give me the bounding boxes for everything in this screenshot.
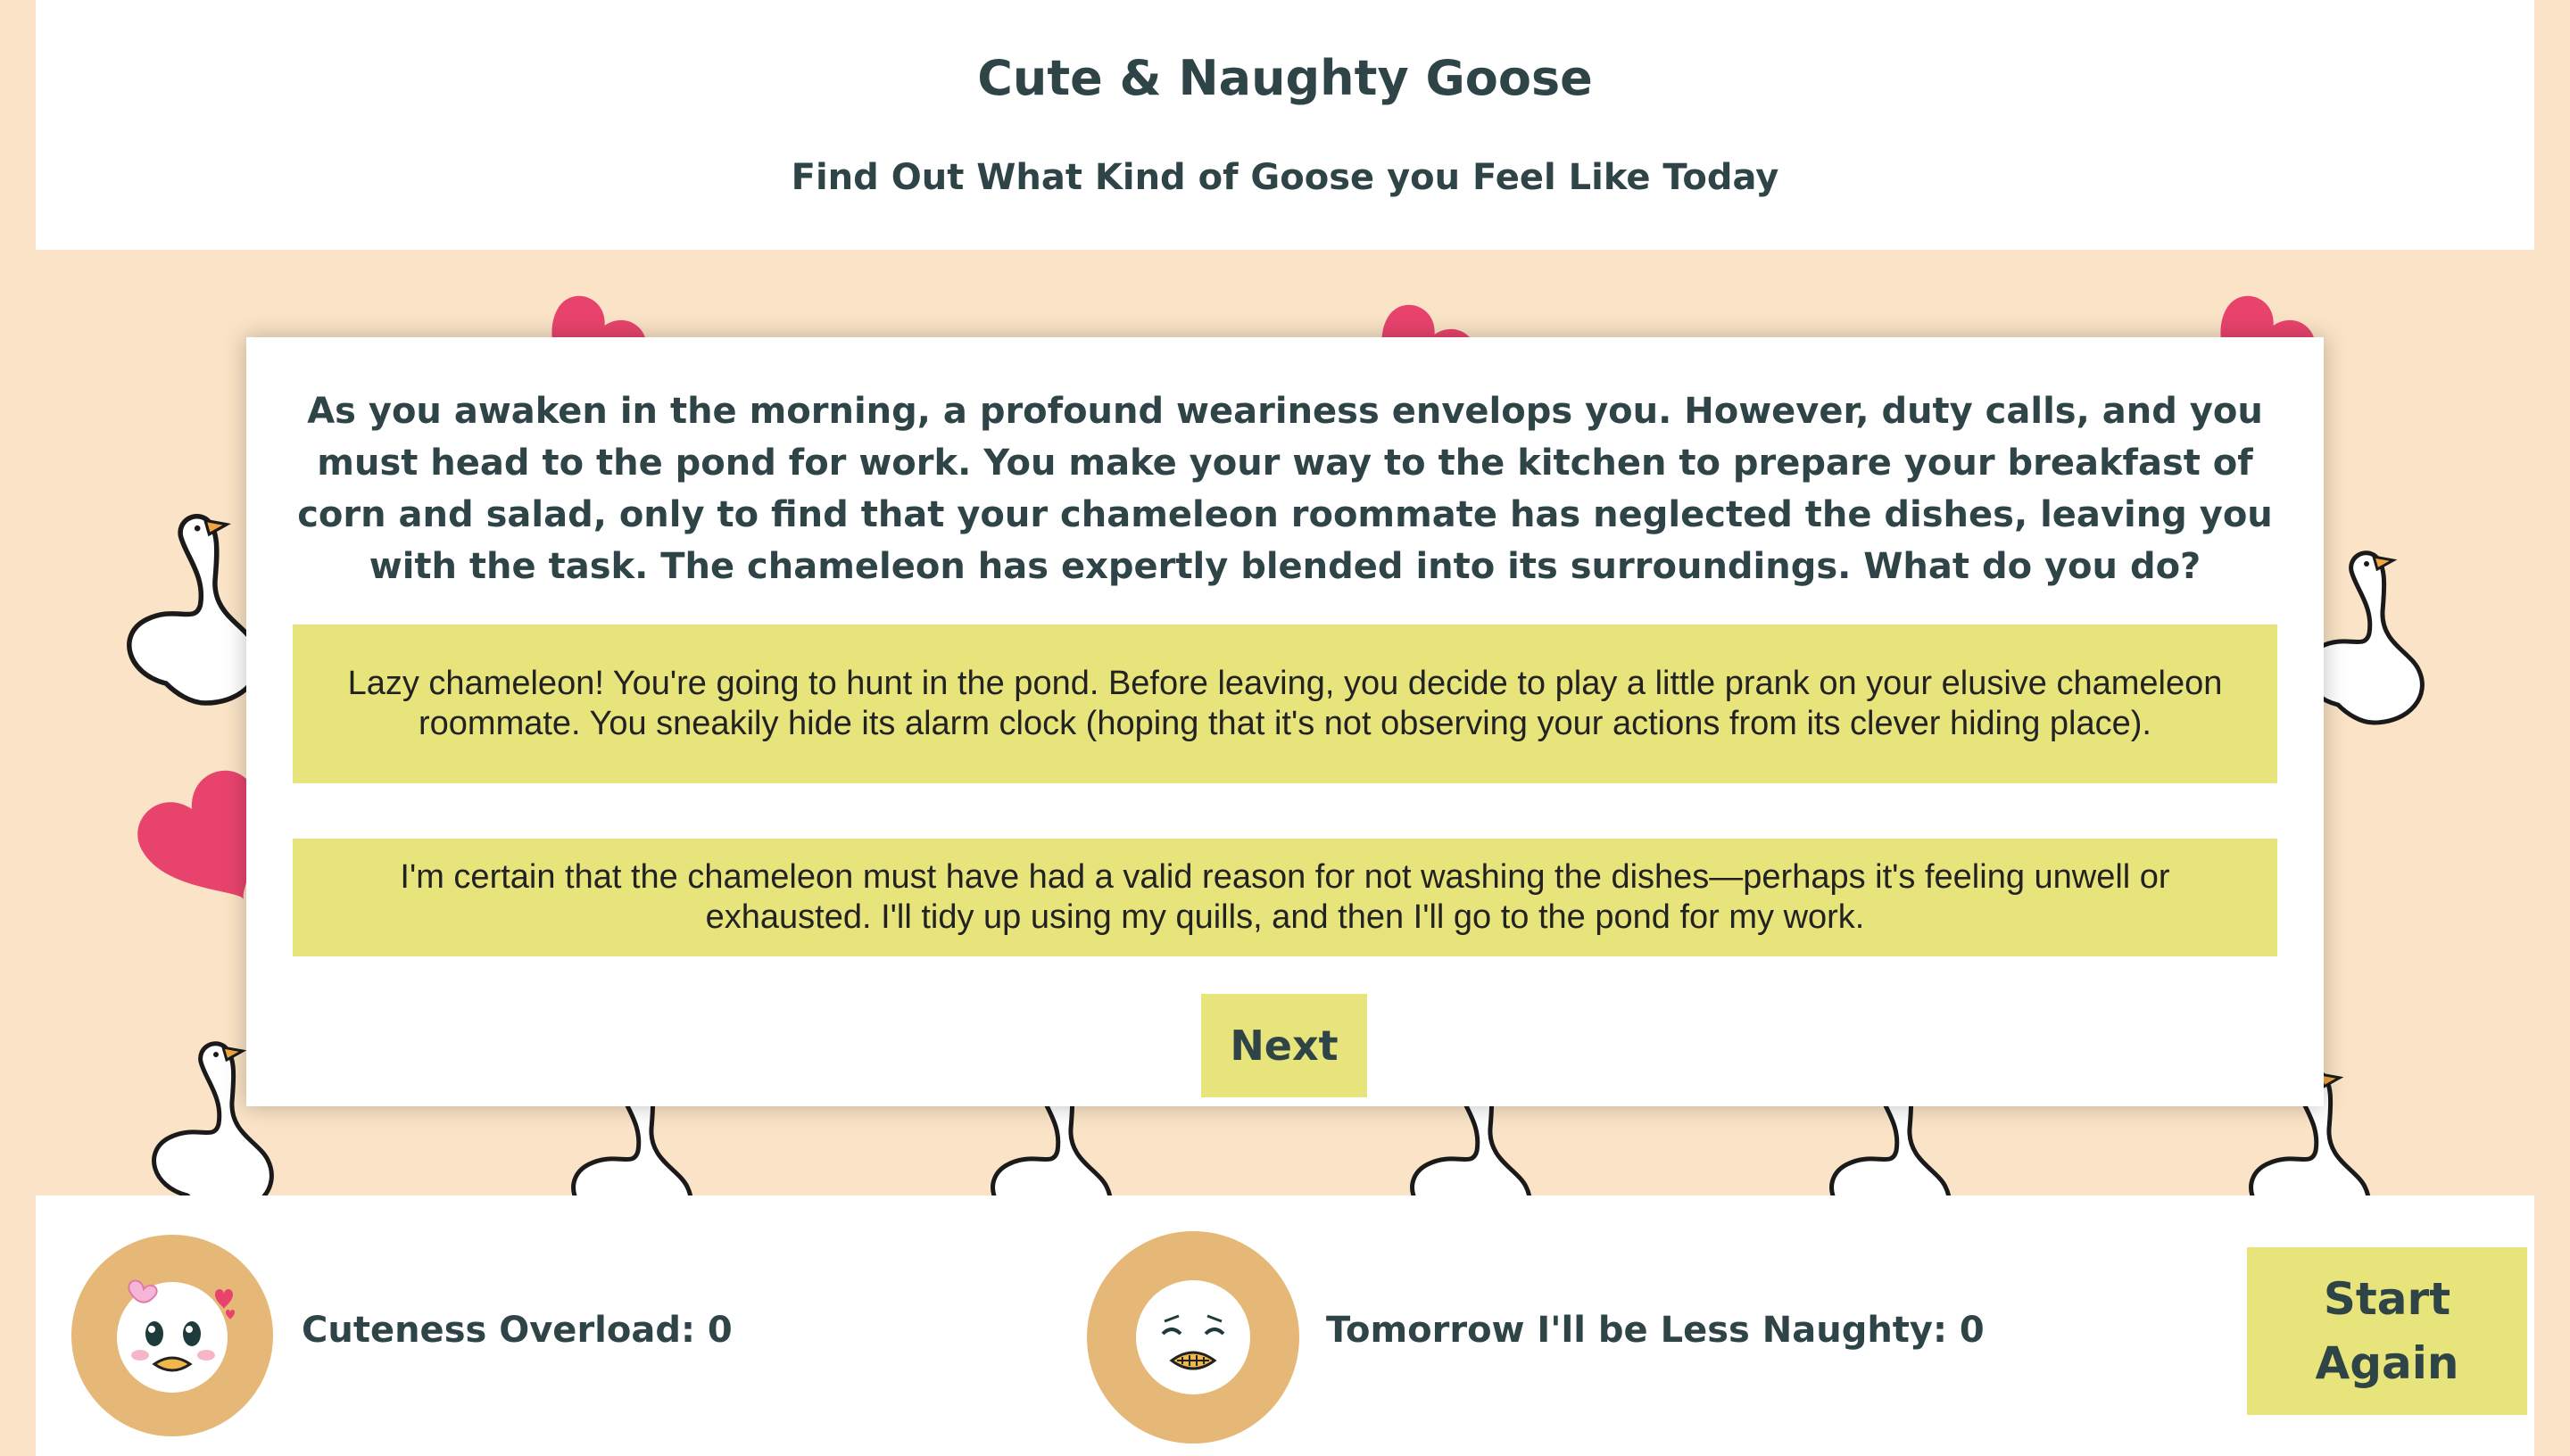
- cute-goose-avatar: [71, 1235, 273, 1436]
- answer-option-2[interactable]: I'm certain that the chameleon must have…: [293, 839, 2277, 956]
- question-text: As you awaken in the morning, a profound…: [297, 391, 2273, 587]
- cuteness-score: Cuteness Overload: 0: [302, 1310, 733, 1351]
- naughty-goose-avatar: [1087, 1231, 1299, 1444]
- naughty-score: Tomorrow I'll be Less Naughty: 0: [1326, 1310, 1985, 1351]
- answer-option-2-label: I'm certain that the chameleon must have…: [400, 858, 2170, 936]
- start-again-button[interactable]: Start Again: [2247, 1247, 2527, 1415]
- nervous-goose-face-icon: [1136, 1280, 1250, 1394]
- goose-icon: [129, 517, 259, 703]
- cute-goose-face-icon: [117, 1279, 235, 1393]
- header: Cute & Naughty Goose Find Out What Kind …: [36, 0, 2534, 250]
- score-footer: Cuteness Overload: 0 Tomorrow I'll be Le…: [36, 1195, 2534, 1456]
- question-card: As you awaken in the morning, a profound…: [246, 337, 2324, 1106]
- page-subtitle: Find Out What Kind of Goose you Feel Lik…: [791, 157, 1779, 198]
- answer-option-1-label: Lazy chameleon! You're going to hunt in …: [347, 665, 2223, 742]
- next-button[interactable]: Next: [1201, 994, 1367, 1097]
- page-title: Cute & Naughty Goose: [977, 50, 1593, 106]
- answer-option-1[interactable]: Lazy chameleon! You're going to hunt in …: [293, 625, 2277, 783]
